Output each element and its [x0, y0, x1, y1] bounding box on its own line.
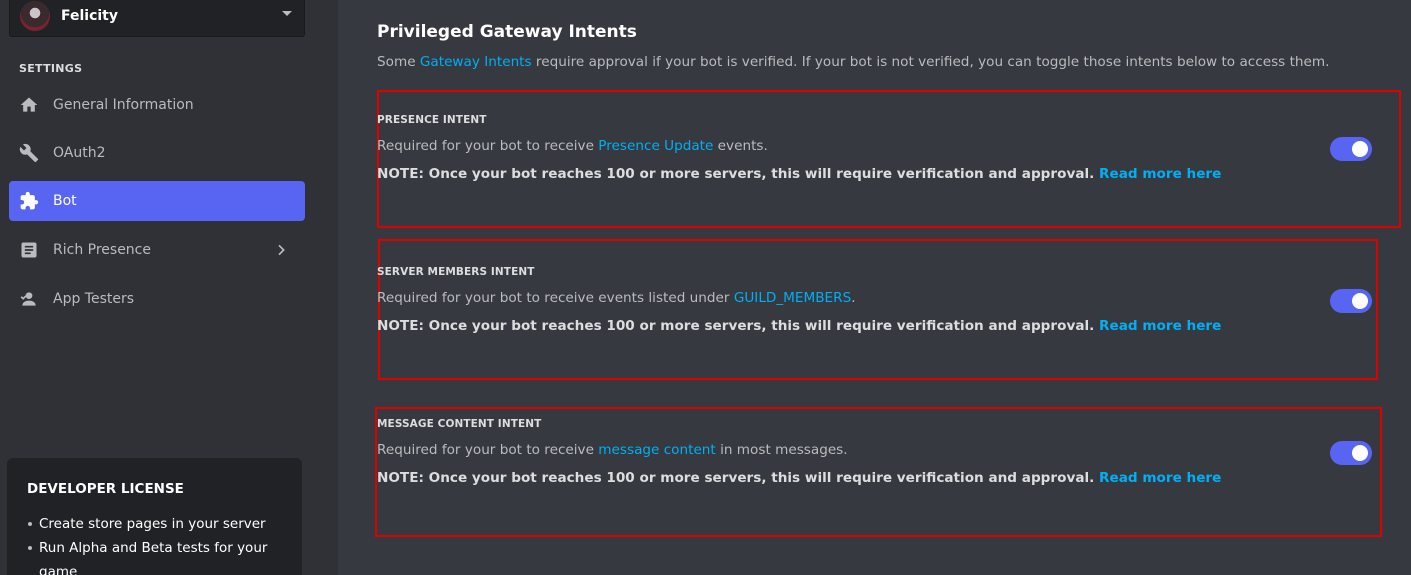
desc-text: Required for your bot to receive: [377, 138, 599, 154]
intent-label: PRESENCE INTENT: [377, 114, 487, 126]
sidebar-item-app-testers[interactable]: App Testers: [9, 279, 305, 319]
guild-members-link[interactable]: GUILD_MEMBERS: [734, 290, 851, 306]
message-content-intent-toggle[interactable]: [1330, 441, 1372, 465]
developer-license-card: DEVELOPER LICENSE Create store pages in …: [7, 458, 302, 575]
intent-note: NOTE: Once your bot reaches 100 or more …: [377, 318, 1372, 334]
intent-description: Required for your bot to receive events …: [377, 290, 1372, 306]
avatar: [20, 0, 50, 31]
section-description: Some Gateway Intents require approval if…: [377, 54, 1329, 70]
app-name: Felicity: [61, 7, 119, 24]
read-more-link[interactable]: Read more here: [1099, 318, 1221, 334]
home-icon: [19, 95, 39, 115]
intent-label: SERVER MEMBERS INTENT: [377, 266, 535, 278]
toggle-knob: [1352, 141, 1368, 157]
sidebar-item-label: Bot: [53, 193, 77, 209]
desc-text: .: [851, 290, 856, 306]
intent-note: NOTE: Once your bot reaches 100 or more …: [377, 166, 1372, 182]
message-content-link[interactable]: message content: [598, 442, 715, 458]
main-content: Privileged Gateway Intents Some Gateway …: [338, 0, 1411, 575]
presence-update-link[interactable]: Presence Update: [598, 138, 713, 154]
wrench-icon: [19, 143, 39, 163]
sidebar-item-bot[interactable]: Bot: [9, 181, 305, 221]
desc-text: require approval if your bot is verified…: [531, 54, 1330, 70]
sidebar: Felicity SETTINGS General Information OA…: [0, 0, 338, 575]
sidebar-item-oauth2[interactable]: OAuth2: [9, 133, 305, 173]
settings-heading: SETTINGS: [19, 62, 83, 75]
desc-text: in most messages.: [715, 442, 848, 458]
read-more-link[interactable]: Read more here: [1099, 470, 1221, 486]
sidebar-item-label: General Information: [53, 97, 194, 113]
gateway-intents-link[interactable]: Gateway Intents: [420, 54, 532, 70]
desc-text: events.: [713, 138, 768, 154]
presence-intent: PRESENCE INTENT Required for your bot to…: [377, 114, 1372, 182]
toggle-knob: [1352, 445, 1368, 461]
license-item: Create store pages in your server: [27, 512, 282, 536]
license-title: DEVELOPER LICENSE: [27, 481, 184, 497]
toggle-knob: [1352, 293, 1368, 309]
note-text: NOTE: Once your bot reaches 100 or more …: [377, 470, 1100, 486]
app-selector[interactable]: Felicity: [9, 0, 305, 37]
message-content-intent: MESSAGE CONTENT INTENT Required for your…: [377, 418, 1372, 486]
intent-description: Required for your bot to receive Presenc…: [377, 138, 1372, 154]
note-text: NOTE: Once your bot reaches 100 or more …: [377, 318, 1100, 334]
sidebar-item-label: App Testers: [53, 291, 135, 307]
chevron-right-icon: [273, 242, 289, 262]
license-list: Create store pages in your server Run Al…: [27, 512, 282, 575]
puzzle-icon: [19, 191, 39, 211]
caret-down-icon: [282, 11, 292, 16]
user-testers-icon: [19, 289, 39, 309]
desc-text: Required for your bot to receive events …: [377, 290, 734, 306]
license-item: Run Alpha and Beta tests for your game: [27, 536, 282, 575]
server-members-intent: SERVER MEMBERS INTENT Required for your …: [377, 266, 1372, 334]
intent-description: Required for your bot to receive message…: [377, 442, 1372, 458]
sidebar-item-label: OAuth2: [53, 145, 106, 161]
sidebar-item-label: Rich Presence: [53, 242, 151, 258]
page-title: Privileged Gateway Intents: [377, 22, 637, 42]
sidebar-item-general-information[interactable]: General Information: [9, 85, 305, 125]
desc-text: Required for your bot to receive: [377, 442, 599, 458]
presence-intent-toggle[interactable]: [1330, 137, 1372, 161]
note-text: NOTE: Once your bot reaches 100 or more …: [377, 166, 1100, 182]
intent-label: MESSAGE CONTENT INTENT: [377, 418, 542, 430]
document-icon: [19, 240, 39, 260]
read-more-link[interactable]: Read more here: [1099, 166, 1221, 182]
desc-text: Some: [377, 54, 420, 70]
intent-note: NOTE: Once your bot reaches 100 or more …: [377, 470, 1372, 486]
sidebar-item-rich-presence[interactable]: Rich Presence: [9, 230, 305, 270]
server-members-intent-toggle[interactable]: [1330, 289, 1372, 313]
